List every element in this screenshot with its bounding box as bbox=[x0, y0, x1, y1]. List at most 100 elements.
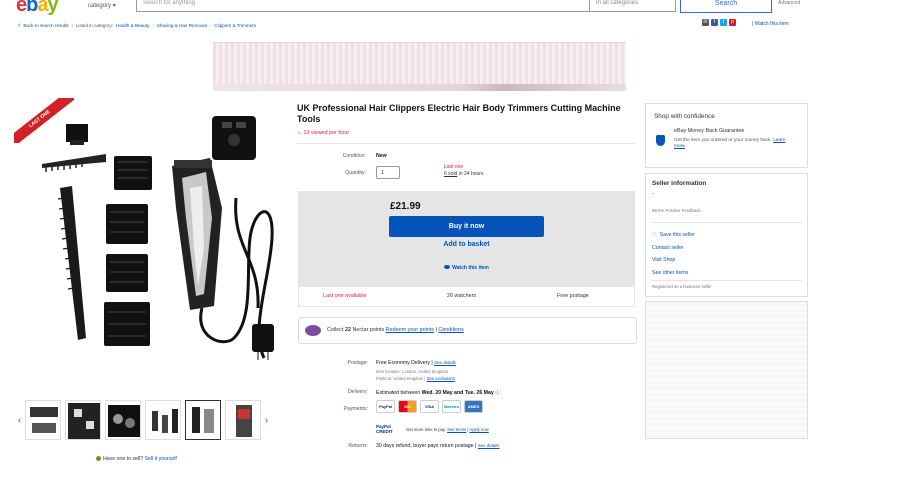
seller-name-link[interactable]: - bbox=[652, 191, 654, 197]
divider bbox=[652, 222, 802, 223]
search-button[interactable]: Search bbox=[680, 0, 772, 13]
add-to-basket-button[interactable]: Add to basket bbox=[389, 241, 544, 248]
sold-link[interactable]: 6 sold bbox=[444, 171, 457, 177]
delivery-label: Delivery: bbox=[347, 389, 368, 395]
breadcrumb-item[interactable]: Clippers & Trimmers bbox=[214, 23, 256, 28]
shop-by-category[interactable]: category ▾ bbox=[88, 2, 116, 9]
info-icon[interactable]: ⓘ bbox=[495, 390, 500, 396]
thumbnail[interactable] bbox=[65, 400, 101, 440]
mastercard-icon: MC bbox=[398, 400, 417, 413]
money-back-guarantee: eBay Money Back Guarantee bbox=[674, 128, 745, 134]
listing-stats: Last one available 26 watchers Free post… bbox=[298, 287, 635, 307]
thumbnail-selected[interactable] bbox=[185, 400, 221, 440]
watch-item-top-link[interactable]: | Watch this item bbox=[752, 21, 789, 27]
last-one-text: Last one bbox=[444, 164, 464, 170]
see-other-items-link[interactable]: See other items bbox=[652, 267, 695, 280]
chevron-down-icon: ▾ bbox=[112, 3, 116, 9]
amex-icon: AMEX bbox=[464, 400, 483, 413]
delivery-estimate: Estimated between Wed. 20 May and Tue. 2… bbox=[376, 390, 501, 396]
contact-seller-link[interactable]: Contact seller bbox=[652, 242, 695, 255]
price: £21.99 bbox=[390, 201, 421, 212]
chevron-left-icon[interactable]: ‹ bbox=[18, 415, 21, 425]
shop-with-confidence-box: Shop with confidence eBay Money Back Gua… bbox=[645, 103, 808, 168]
ebay-logo[interactable]: ebay bbox=[16, 0, 59, 17]
listed-in-label: Listed in category: bbox=[75, 22, 114, 28]
watchers-count: 26 watchers bbox=[447, 293, 477, 299]
payments-label: Payments: bbox=[343, 406, 368, 412]
credit-apply-link[interactable]: Apply now bbox=[469, 427, 488, 432]
thumbnail-strip: ‹ › bbox=[18, 398, 288, 442]
redeem-points-link[interactable]: Redeem your points bbox=[386, 327, 434, 333]
global-header: ebay category ▾ Search for anything In a… bbox=[0, 0, 899, 16]
breadcrumb-item[interactable]: Shaving & Hair Removal bbox=[157, 23, 207, 28]
postage-value: Free Economy Delivery | See details bbox=[376, 360, 456, 366]
quantity-label: Quantity: bbox=[345, 170, 366, 176]
positive-feedback: 99.6% Positive Feedback bbox=[652, 208, 701, 213]
guarantee-description: Get the item you ordered or your money b… bbox=[674, 138, 786, 149]
advanced-search-link[interactable]: Advanced bbox=[778, 0, 800, 6]
facebook-icon[interactable]: f bbox=[711, 19, 718, 26]
heart-icon: ♡ bbox=[652, 232, 657, 238]
breadcrumb-item[interactable]: Health & Beauty bbox=[116, 23, 149, 28]
returns-value: 30 days refund, buyer pays return postag… bbox=[376, 443, 500, 449]
email-icon[interactable]: ✉ bbox=[702, 19, 709, 26]
thumbnail[interactable] bbox=[225, 400, 261, 440]
paypal-icon: PayPal bbox=[376, 400, 395, 413]
visit-shop-link[interactable]: Visit Shop bbox=[652, 254, 695, 267]
breadcrumb-chevron-icon: › bbox=[209, 22, 212, 28]
postage-label: Postage: bbox=[347, 360, 368, 366]
eye-icon bbox=[444, 265, 451, 269]
postage-details-link[interactable]: See details bbox=[434, 360, 456, 365]
buy-box bbox=[298, 191, 635, 287]
category-select[interactable]: In all categories bbox=[590, 0, 676, 12]
posts-to: Posts to: United Kingdom | See exclusion… bbox=[376, 376, 455, 381]
item-location: Item location: London, United Kingdom bbox=[376, 369, 449, 374]
pinterest-icon[interactable]: p bbox=[729, 19, 736, 26]
thumbnail[interactable] bbox=[105, 400, 141, 440]
returns-details-link[interactable]: See details bbox=[478, 443, 500, 448]
page-title: UK Professional Hair Clippers Electric H… bbox=[297, 103, 621, 124]
sell-it-yourself-link[interactable]: Sell it yourself bbox=[145, 456, 177, 462]
nectar-logo-icon bbox=[305, 325, 321, 336]
side-ad[interactable] bbox=[645, 301, 808, 439]
sell-one-prompt: Have one to sell? Sell it yourself bbox=[96, 456, 177, 462]
last-one-available: Last one available bbox=[323, 293, 367, 299]
watch-item-button[interactable]: Watch this item bbox=[389, 265, 544, 271]
visa-icon: VISA bbox=[420, 400, 439, 413]
quantity-input[interactable]: 1 bbox=[376, 166, 400, 179]
breadcrumb: ‹ Back to search results | Listed in cat… bbox=[18, 20, 256, 30]
breadcrumb-chevron-icon: › bbox=[152, 22, 154, 28]
free-postage-badge: Free postage bbox=[557, 293, 589, 299]
back-arrow-icon[interactable]: ‹ bbox=[18, 22, 20, 29]
business-seller-note: Registered as a business seller bbox=[652, 284, 712, 289]
chevron-right-icon[interactable]: › bbox=[265, 415, 268, 425]
credit-terms-link[interactable]: See terms bbox=[447, 427, 466, 432]
exclusions-link[interactable]: See exclusions bbox=[427, 376, 455, 381]
condition-label: Condition: bbox=[342, 153, 366, 159]
search-input[interactable]: Search for anything bbox=[136, 0, 590, 12]
twitter-icon[interactable]: t bbox=[720, 19, 727, 26]
sold-count: 6 sold in 24 hours bbox=[444, 171, 484, 177]
returns-label: Returns: bbox=[348, 443, 368, 449]
payment-methods: PayPal MC VISA Maestro AMEX bbox=[376, 400, 483, 413]
nectar-points-box: Collect 22 Nectar points Redeem your poi… bbox=[298, 317, 637, 344]
condition-value: New bbox=[376, 153, 387, 159]
fire-icon: ♨ bbox=[297, 130, 302, 136]
breadcrumb-separator: | bbox=[71, 22, 73, 28]
thumbnail[interactable] bbox=[145, 400, 181, 440]
banner-ad-strip bbox=[213, 84, 626, 91]
viewed-per-hour: ♨ 13 viewed per hour bbox=[297, 130, 350, 136]
save-seller-link[interactable]: ♡ Save this seller bbox=[652, 229, 695, 242]
seller-links: ♡ Save this seller Contact seller Visit S… bbox=[652, 229, 695, 279]
divider bbox=[297, 143, 635, 144]
conditions-link[interactable]: Conditions bbox=[438, 327, 463, 333]
thumbnail[interactable] bbox=[25, 400, 61, 440]
seller-info-title: Seller information bbox=[652, 180, 707, 187]
seller-information-box: Seller information - 99.6% Positive Feed… bbox=[645, 173, 808, 297]
confidence-title: Shop with confidence bbox=[654, 113, 715, 120]
buy-it-now-button[interactable]: Buy it now bbox=[389, 216, 544, 237]
share-icons: ✉ f t p bbox=[702, 19, 736, 26]
back-to-results-link[interactable]: Back to search results bbox=[23, 23, 68, 28]
nectar-points-text: Collect 22 Nectar points Redeem your poi… bbox=[327, 327, 464, 333]
maestro-icon: Maestro bbox=[442, 400, 461, 413]
